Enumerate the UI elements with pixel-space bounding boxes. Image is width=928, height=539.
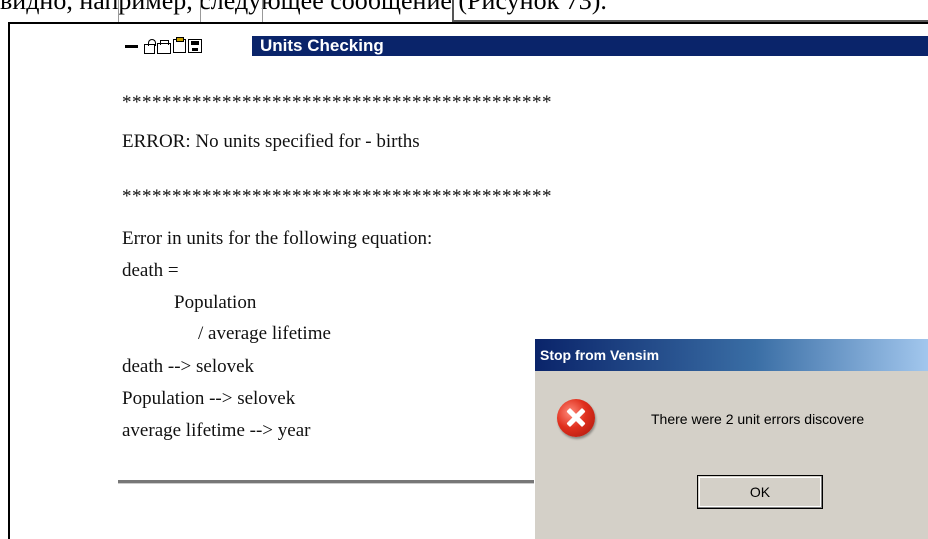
- units-checking-titlebar: Units Checking: [122, 36, 928, 56]
- divider: [118, 480, 538, 484]
- unit-line: Population --> selovek: [122, 388, 296, 409]
- equation-line: death =: [122, 260, 179, 281]
- error-line: ERROR: No units specified for - births: [122, 131, 420, 152]
- stop-dialog: Stop from Vensim There were 2 unit error…: [534, 338, 928, 539]
- print-icon[interactable]: [157, 39, 171, 54]
- window-toolbar: [122, 37, 252, 54]
- dialog-title: Stop from Vensim: [535, 339, 928, 371]
- clipboard-icon[interactable]: [173, 37, 186, 53]
- equation-line: / average lifetime: [198, 323, 331, 344]
- minus-icon[interactable]: [124, 39, 139, 53]
- lock-icon[interactable]: [144, 38, 156, 54]
- dialog-message: There were 2 unit errors discovere: [651, 411, 865, 427]
- top-table-lines: [0, 0, 928, 22]
- separator-stars: ****************************************…: [122, 186, 552, 207]
- ok-button[interactable]: OK: [697, 475, 823, 509]
- unit-line: death --> selovek: [122, 356, 255, 377]
- error-icon: [557, 399, 595, 437]
- separator-stars: ****************************************…: [122, 92, 552, 113]
- equation-line: Population: [174, 292, 257, 313]
- error-heading: Error in units for the following equatio…: [122, 228, 433, 249]
- window-title: Units Checking: [252, 36, 928, 56]
- save-icon[interactable]: [188, 39, 202, 53]
- unit-line: average lifetime --> year: [122, 420, 311, 441]
